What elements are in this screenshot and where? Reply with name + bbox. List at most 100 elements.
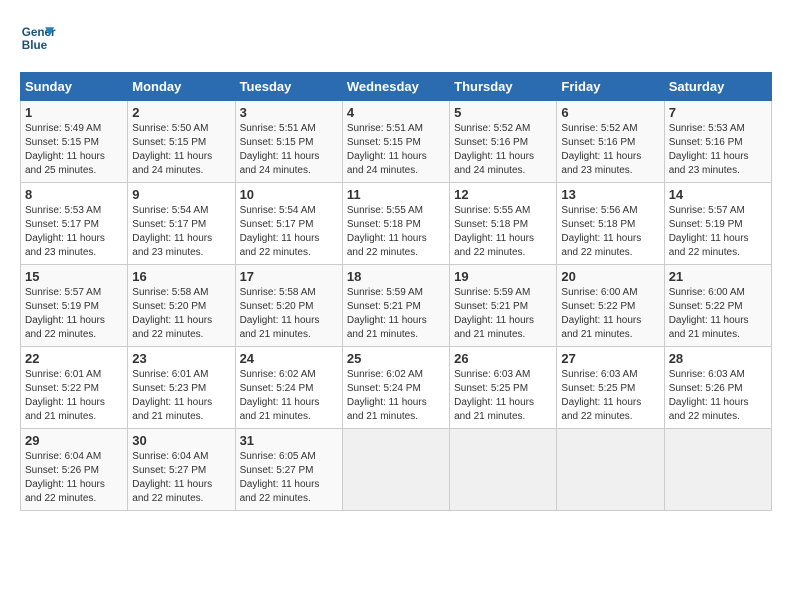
day-number: 4 bbox=[347, 105, 445, 120]
calendar-cell: 15 Sunrise: 5:57 AM Sunset: 5:19 PM Dayli… bbox=[21, 265, 128, 347]
day-info: Sunrise: 5:58 AM Sunset: 5:20 PM Dayligh… bbox=[132, 286, 230, 342]
day-number: 14 bbox=[669, 187, 767, 202]
day-number: 3 bbox=[240, 105, 338, 120]
day-number: 15 bbox=[25, 269, 123, 284]
calendar-cell: 13Sunrise: 5:56 AM Sunset: 5:18 PM Dayli… bbox=[557, 183, 664, 265]
logo-icon: General Blue bbox=[20, 20, 56, 56]
calendar-cell: 3Sunrise: 5:51 AM Sunset: 5:15 PM Daylig… bbox=[235, 101, 342, 183]
day-number: 30 bbox=[132, 433, 230, 448]
day-number: 25 bbox=[347, 351, 445, 366]
day-info: Sunrise: 6:03 AM Sunset: 5:25 PM Dayligh… bbox=[561, 368, 659, 424]
calendar-cell: 17 Sunrise: 5:58 AM Sunset: 5:20 PM Dayli… bbox=[235, 265, 342, 347]
day-info: Sunrise: 5:57 AM Sunset: 5:19 PM Dayligh… bbox=[669, 204, 767, 260]
calendar-cell: 21 Sunrise: 6:00 AM Sunset: 5:22 PM Dayli… bbox=[664, 265, 771, 347]
day-info: Sunrise: 6:05 AM Sunset: 5:27 PM Dayligh… bbox=[240, 450, 338, 506]
day-info: Sunrise: 6:00 AM Sunset: 5:22 PM Dayligh… bbox=[669, 286, 767, 342]
day-info: Sunrise: 5:59 AM Sunset: 5:21 PM Dayligh… bbox=[454, 286, 552, 342]
page-header: General Blue bbox=[20, 20, 772, 56]
calendar-cell: 24 Sunrise: 6:02 AM Sunset: 5:24 PM Dayli… bbox=[235, 347, 342, 429]
day-info: Sunrise: 6:04 AM Sunset: 5:27 PM Dayligh… bbox=[132, 450, 230, 506]
calendar-week-5: 29 Sunrise: 6:04 AM Sunset: 5:26 PM Dayli… bbox=[21, 429, 772, 511]
calendar-cell: 22Sunrise: 6:01 AM Sunset: 5:22 PM Dayli… bbox=[21, 347, 128, 429]
calendar-cell: 14 Sunrise: 5:57 AM Sunset: 5:19 PM Dayli… bbox=[664, 183, 771, 265]
day-number: 22 bbox=[25, 351, 123, 366]
day-info: Sunrise: 6:03 AM Sunset: 5:26 PM Dayligh… bbox=[669, 368, 767, 424]
day-number: 12 bbox=[454, 187, 552, 202]
weekday-header-wednesday: Wednesday bbox=[342, 73, 449, 101]
day-info: Sunrise: 6:02 AM Sunset: 5:24 PM Dayligh… bbox=[240, 368, 338, 424]
day-info: Sunrise: 6:02 AM Sunset: 5:24 PM Dayligh… bbox=[347, 368, 445, 424]
calendar-cell: 6 Sunrise: 5:52 AM Sunset: 5:16 PM Daylig… bbox=[557, 101, 664, 183]
day-number: 21 bbox=[669, 269, 767, 284]
svg-text:Blue: Blue bbox=[22, 39, 48, 52]
day-number: 20 bbox=[561, 269, 659, 284]
calendar-cell: 20 Sunrise: 6:00 AM Sunset: 5:22 PM Dayli… bbox=[557, 265, 664, 347]
day-info: Sunrise: 5:49 AM Sunset: 5:15 PM Dayligh… bbox=[25, 122, 123, 178]
day-info: Sunrise: 5:58 AM Sunset: 5:20 PM Dayligh… bbox=[240, 286, 338, 342]
day-number: 26 bbox=[454, 351, 552, 366]
calendar-week-2: 8 Sunrise: 5:53 AM Sunset: 5:17 PM Daylig… bbox=[21, 183, 772, 265]
calendar-cell: 25 Sunrise: 6:02 AM Sunset: 5:24 PM Dayli… bbox=[342, 347, 449, 429]
day-info: Sunrise: 5:54 AM Sunset: 5:17 PM Dayligh… bbox=[132, 204, 230, 260]
calendar-cell: 11 Sunrise: 5:55 AM Sunset: 5:18 PM Dayli… bbox=[342, 183, 449, 265]
day-info: Sunrise: 6:00 AM Sunset: 5:22 PM Dayligh… bbox=[561, 286, 659, 342]
day-number: 24 bbox=[240, 351, 338, 366]
calendar-week-1: 1 Sunrise: 5:49 AM Sunset: 5:15 PM Daylig… bbox=[21, 101, 772, 183]
calendar-cell: 9Sunrise: 5:54 AM Sunset: 5:17 PM Daylig… bbox=[128, 183, 235, 265]
calendar-cell: 23 Sunrise: 6:01 AM Sunset: 5:23 PM Dayli… bbox=[128, 347, 235, 429]
calendar-week-4: 22Sunrise: 6:01 AM Sunset: 5:22 PM Dayli… bbox=[21, 347, 772, 429]
day-info: Sunrise: 5:52 AM Sunset: 5:16 PM Dayligh… bbox=[561, 122, 659, 178]
logo: General Blue bbox=[20, 20, 56, 56]
day-info: Sunrise: 5:55 AM Sunset: 5:18 PM Dayligh… bbox=[347, 204, 445, 260]
calendar-week-3: 15 Sunrise: 5:57 AM Sunset: 5:19 PM Dayli… bbox=[21, 265, 772, 347]
day-number: 6 bbox=[561, 105, 659, 120]
day-number: 10 bbox=[240, 187, 338, 202]
day-number: 19 bbox=[454, 269, 552, 284]
weekday-header-saturday: Saturday bbox=[664, 73, 771, 101]
day-info: Sunrise: 6:04 AM Sunset: 5:26 PM Dayligh… bbox=[25, 450, 123, 506]
calendar-cell: 8 Sunrise: 5:53 AM Sunset: 5:17 PM Daylig… bbox=[21, 183, 128, 265]
day-info: Sunrise: 5:59 AM Sunset: 5:21 PM Dayligh… bbox=[347, 286, 445, 342]
calendar-cell: 16 Sunrise: 5:58 AM Sunset: 5:20 PM Dayli… bbox=[128, 265, 235, 347]
day-number: 31 bbox=[240, 433, 338, 448]
calendar-cell: 18 Sunrise: 5:59 AM Sunset: 5:21 PM Dayli… bbox=[342, 265, 449, 347]
day-number: 28 bbox=[669, 351, 767, 366]
weekday-header-sunday: Sunday bbox=[21, 73, 128, 101]
calendar-cell: 26Sunrise: 6:03 AM Sunset: 5:25 PM Dayli… bbox=[450, 347, 557, 429]
day-info: Sunrise: 6:01 AM Sunset: 5:23 PM Dayligh… bbox=[132, 368, 230, 424]
day-info: Sunrise: 5:54 AM Sunset: 5:17 PM Dayligh… bbox=[240, 204, 338, 260]
day-number: 18 bbox=[347, 269, 445, 284]
calendar-cell: 31 Sunrise: 6:05 AM Sunset: 5:27 PM Dayli… bbox=[235, 429, 342, 511]
day-number: 16 bbox=[132, 269, 230, 284]
day-number: 11 bbox=[347, 187, 445, 202]
calendar-cell: 4 Sunrise: 5:51 AM Sunset: 5:15 PM Daylig… bbox=[342, 101, 449, 183]
calendar-cell: 7 Sunrise: 5:53 AM Sunset: 5:16 PM Daylig… bbox=[664, 101, 771, 183]
calendar-cell: 5Sunrise: 5:52 AM Sunset: 5:16 PM Daylig… bbox=[450, 101, 557, 183]
calendar-cell: 30 Sunrise: 6:04 AM Sunset: 5:27 PM Dayli… bbox=[128, 429, 235, 511]
day-info: Sunrise: 5:57 AM Sunset: 5:19 PM Dayligh… bbox=[25, 286, 123, 342]
day-info: Sunrise: 5:55 AM Sunset: 5:18 PM Dayligh… bbox=[454, 204, 552, 260]
weekday-header-monday: Monday bbox=[128, 73, 235, 101]
day-number: 7 bbox=[669, 105, 767, 120]
day-number: 13 bbox=[561, 187, 659, 202]
calendar-cell: 19 Sunrise: 5:59 AM Sunset: 5:21 PM Dayli… bbox=[450, 265, 557, 347]
day-info: Sunrise: 5:51 AM Sunset: 5:15 PM Dayligh… bbox=[347, 122, 445, 178]
day-number: 8 bbox=[25, 187, 123, 202]
calendar-cell bbox=[342, 429, 449, 511]
calendar-cell: 2Sunrise: 5:50 AM Sunset: 5:15 PM Daylig… bbox=[128, 101, 235, 183]
calendar-cell bbox=[557, 429, 664, 511]
calendar-cell: 1 Sunrise: 5:49 AM Sunset: 5:15 PM Daylig… bbox=[21, 101, 128, 183]
day-info: Sunrise: 5:53 AM Sunset: 5:17 PM Dayligh… bbox=[25, 204, 123, 260]
day-number: 23 bbox=[132, 351, 230, 366]
day-number: 27 bbox=[561, 351, 659, 366]
calendar-cell: 29 Sunrise: 6:04 AM Sunset: 5:26 PM Dayli… bbox=[21, 429, 128, 511]
day-number: 29 bbox=[25, 433, 123, 448]
day-number: 2 bbox=[132, 105, 230, 120]
weekday-header-row: SundayMondayTuesdayWednesdayThursdayFrid… bbox=[21, 73, 772, 101]
day-info: Sunrise: 5:53 AM Sunset: 5:16 PM Dayligh… bbox=[669, 122, 767, 178]
calendar-cell: 28 Sunrise: 6:03 AM Sunset: 5:26 PM Dayli… bbox=[664, 347, 771, 429]
weekday-header-tuesday: Tuesday bbox=[235, 73, 342, 101]
weekday-header-thursday: Thursday bbox=[450, 73, 557, 101]
day-number: 17 bbox=[240, 269, 338, 284]
day-number: 1 bbox=[25, 105, 123, 120]
